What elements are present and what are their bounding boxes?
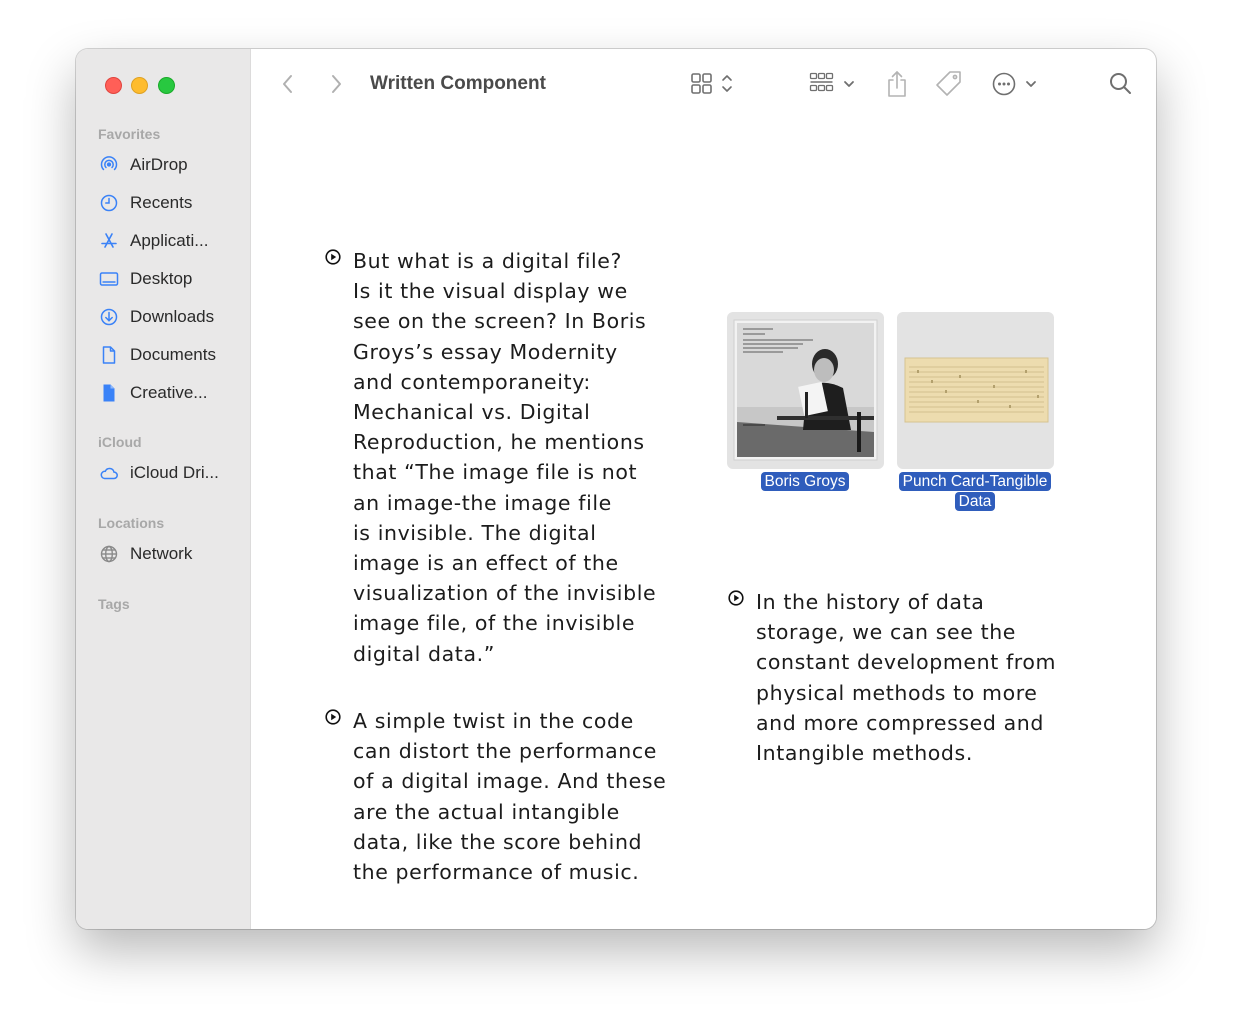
sidebar-item-applications[interactable]: Applicati...: [98, 228, 238, 254]
close-window-button[interactable]: [105, 77, 122, 94]
icon-view-grid-icon: [691, 73, 732, 94]
tag-button[interactable]: [934, 69, 964, 99]
sidebar-item-label: AirDrop: [130, 155, 188, 174]
cloud-icon: [98, 462, 120, 484]
sidebar-section-tags: Tags: [98, 596, 130, 612]
sidebar-item-label: Network: [130, 544, 193, 563]
zoom-window-button[interactable]: [158, 77, 175, 94]
sidebar-item-desktop[interactable]: Desktop: [98, 266, 238, 292]
desktop-icon: [98, 268, 120, 290]
sidebar-item-airdrop[interactable]: AirDrop: [98, 152, 238, 178]
photo-thumbnail-image: [733, 319, 878, 461]
play-circle-icon: [325, 249, 341, 265]
group-by-icon: [809, 72, 854, 92]
group-button[interactable]: [809, 69, 859, 99]
play-circle-icon: [728, 590, 744, 606]
search-button[interactable]: [1108, 69, 1134, 99]
applications-icon: [98, 230, 120, 252]
downloads-icon: [98, 306, 120, 328]
minimize-window-button[interactable]: [131, 77, 148, 94]
file-name-line-1: Punch Card-Tangible: [898, 472, 1052, 491]
sidebar-item-downloads[interactable]: Downloads: [98, 304, 238, 330]
content-area: But what is a digital file? Is it the vi…: [251, 121, 1156, 929]
file-icon: [98, 382, 120, 404]
file-item-boris-groys[interactable]: Boris Groys: [720, 312, 890, 512]
toolbar: Written Component: [251, 49, 1156, 121]
globe-icon: [98, 543, 120, 565]
sidebar-item-label: Documents: [130, 345, 216, 364]
more-actions-button[interactable]: [991, 69, 1039, 99]
sidebar-item-creative[interactable]: Creative...: [98, 380, 238, 406]
view-mode-button[interactable]: [690, 69, 738, 99]
chevron-left-icon: [283, 75, 292, 93]
file-name-label: Punch Card-Tangible Data: [890, 472, 1060, 512]
tag-icon: [936, 71, 961, 96]
ellipsis-circle-icon: [992, 72, 1036, 96]
share-icon: [888, 71, 906, 97]
forward-button[interactable]: [324, 71, 348, 97]
sidebar-item-label: iCloud Dri...: [130, 463, 219, 482]
play-circle-icon: [325, 709, 341, 725]
file-thumbnail: [727, 312, 884, 469]
file-name: Boris Groys: [760, 472, 850, 491]
document-icon: [98, 344, 120, 366]
punch-card-thumbnail-image: [904, 357, 1049, 423]
search-icon: [1110, 73, 1131, 94]
note-text: But what is a digital file? Is it the vi…: [353, 249, 657, 666]
sidebar-section-locations: Locations: [98, 515, 165, 531]
sidebar-item-documents[interactable]: Documents: [98, 342, 238, 368]
sidebar-item-recents[interactable]: Recents: [98, 190, 238, 216]
file-item-punch-card[interactable]: Punch Card-Tangible Data: [890, 312, 1060, 522]
note-text: In the history of data storage, we can s…: [756, 590, 1057, 766]
sidebar-item-network[interactable]: Network: [98, 541, 238, 567]
clock-icon: [98, 192, 120, 214]
sidebar-item-label: Desktop: [130, 269, 193, 288]
note-text: A simple twist in the code can distort t…: [353, 709, 667, 885]
file-name-line-2: Data: [954, 492, 996, 511]
sidebar: Favorites AirDrop Recents Applicati... D…: [76, 49, 251, 929]
sidebar-item-icloud-drive[interactable]: iCloud Dri...: [98, 460, 238, 486]
sidebar-item-label: Recents: [130, 193, 193, 212]
sidebar-section-icloud: iCloud: [98, 434, 142, 450]
share-button[interactable]: [884, 69, 910, 99]
back-button[interactable]: [276, 71, 300, 97]
file-name-label: Boris Groys: [720, 472, 890, 492]
sidebar-item-label: Downloads: [130, 307, 215, 326]
sidebar-item-label: Applicati...: [130, 231, 209, 250]
window-title: Written Component: [370, 73, 546, 94]
file-thumbnail: [897, 312, 1054, 469]
finder-window: Favorites AirDrop Recents Applicati... D…: [76, 49, 1156, 929]
airdrop-icon: [98, 154, 120, 176]
sidebar-section-favorites: Favorites: [98, 126, 161, 142]
sidebar-item-label: Creative...: [130, 383, 208, 402]
chevron-right-icon: [332, 75, 341, 93]
